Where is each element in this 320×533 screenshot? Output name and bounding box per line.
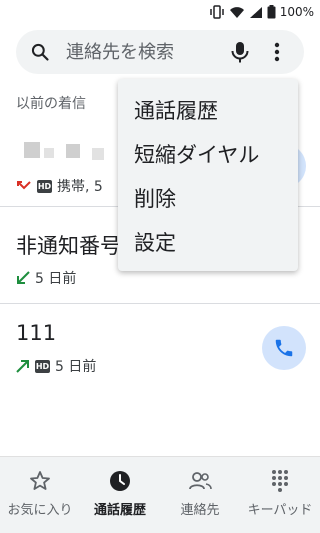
missed-call-icon — [17, 181, 31, 190]
vibrate-icon — [209, 5, 224, 19]
battery-icon — [267, 5, 276, 19]
call-row[interactable]: 111 HD 5 日前 — [0, 304, 320, 394]
star-icon — [30, 471, 50, 490]
redacted-name — [44, 148, 54, 158]
nav-item-contacts[interactable]: 連絡先 — [160, 469, 240, 518]
bottom-nav: お気に入り 通話履歴 連絡先 キーパッド — [0, 456, 320, 533]
call-detail-text: 携帯, 5 — [57, 179, 103, 195]
signal-icon — [249, 6, 262, 18]
search-bar[interactable] — [16, 30, 304, 74]
hd-badge: HD — [37, 179, 52, 193]
call-detail: 5 日前 — [16, 268, 76, 288]
nav-item-favorites[interactable]: お気に入り — [0, 469, 80, 518]
call-name: 111 — [16, 321, 57, 345]
overflow-menu: 通話履歴 短縮ダイヤル 削除 設定 — [118, 79, 298, 271]
contacts-icon — [189, 472, 212, 490]
call-detail: HD 5 日前 — [16, 356, 96, 376]
outgoing-call-icon — [16, 360, 29, 373]
redacted-name — [24, 142, 40, 158]
nav-item-call-history[interactable]: 通話履歴 — [80, 469, 160, 518]
incoming-call-icon — [17, 271, 30, 284]
call-name: 非通知番号 — [16, 234, 121, 258]
more-vert-icon[interactable] — [272, 40, 282, 64]
hd-badge: HD — [35, 359, 50, 373]
wifi-icon — [229, 6, 244, 18]
clock-icon — [110, 471, 130, 491]
menu-item-settings[interactable]: 設定 — [134, 227, 176, 257]
redacted-name — [66, 144, 80, 158]
phone-icon — [275, 339, 293, 357]
nav-label: お気に入り — [7, 503, 73, 518]
call-detail-text: 5 日前 — [35, 271, 77, 287]
call-detail-text: 5 日前 — [55, 359, 97, 375]
menu-item-delete[interactable]: 削除 — [134, 183, 176, 213]
dialpad-icon — [272, 470, 288, 492]
search-input[interactable] — [66, 39, 226, 65]
menu-item-call-history[interactable]: 通話履歴 — [134, 95, 218, 125]
redacted-name — [92, 148, 104, 160]
search-icon[interactable] — [30, 42, 50, 62]
call-detail: HD 携帯, 5 — [16, 176, 103, 196]
battery-percent: 100% — [279, 5, 314, 19]
menu-item-speed-dial[interactable]: 短縮ダイヤル — [134, 139, 259, 169]
mic-icon[interactable] — [229, 40, 251, 64]
nav-label: キーパッド — [247, 503, 313, 518]
status-bar: 100% — [0, 0, 320, 24]
nav-item-keypad[interactable]: キーパッド — [240, 469, 320, 518]
nav-label: 連絡先 — [180, 503, 220, 518]
section-header-previous-calls: 以前の着信 — [16, 96, 86, 112]
call-button[interactable] — [262, 326, 306, 370]
nav-label: 通話履歴 — [93, 503, 146, 518]
